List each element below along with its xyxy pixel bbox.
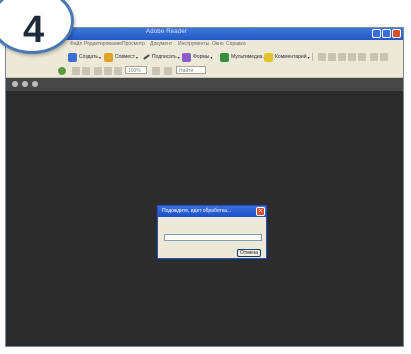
window-close-button[interactable] [392, 29, 401, 38]
dialog-title-bar: Подождите, идет обработка... × [158, 206, 266, 217]
comment-icon [264, 52, 273, 62]
zoom-out-icon[interactable] [94, 67, 102, 75]
menu-file[interactable]: Файл [70, 41, 82, 47]
forms-tool[interactable]: Формы ▾ [182, 52, 212, 62]
attach-tool-icon[interactable] [380, 53, 388, 61]
menu-edit[interactable]: Редактирование [84, 41, 122, 47]
create-icon [68, 52, 77, 62]
dialog-close-button[interactable]: × [256, 207, 265, 216]
email-tool-icon[interactable] [358, 53, 366, 61]
save-tool-icon[interactable] [348, 53, 356, 61]
navigation-toolbar: 100% Найти [6, 64, 403, 78]
find-input[interactable]: Найти [176, 66, 206, 74]
application-window: Adobe Reader Файл Редактирование Просмот… [5, 27, 404, 347]
menu-window[interactable]: Окно [212, 41, 224, 47]
collaborate-icon [104, 52, 113, 62]
menu-tools[interactable]: Инструменты [178, 41, 209, 47]
rotate-icon[interactable] [152, 67, 160, 75]
task-toolbar: Создать ▾ Совмест ▾ Подписать ▾ Формы ▾ Муль… [6, 50, 403, 65]
zoom-in-icon[interactable] [104, 67, 112, 75]
sign-icon [143, 54, 150, 60]
next-page-icon[interactable] [82, 67, 90, 75]
snapshot-tool-icon[interactable] [328, 53, 336, 61]
menu-help[interactable]: Справка [226, 41, 246, 47]
search-tool-icon[interactable] [370, 53, 378, 61]
select-tool-icon[interactable] [318, 53, 326, 61]
processing-dialog: Подождите, идет обработка... × Отмена [157, 205, 267, 259]
attachments-icon[interactable] [32, 81, 38, 87]
multimedia-tool[interactable]: Мультимедиа▾ [220, 52, 265, 62]
toolbar-separator [312, 53, 313, 61]
hand-tool-icon[interactable] [164, 67, 172, 75]
fit-page-icon[interactable] [114, 67, 122, 75]
print-tool-icon[interactable] [338, 53, 346, 61]
progress-bar [164, 234, 262, 241]
collaborate-tool[interactable]: Совмест ▾ [104, 52, 138, 62]
sign-tool[interactable]: Подписать ▾ [143, 52, 180, 62]
create-tool[interactable]: Создать ▾ [68, 52, 101, 62]
open-icon[interactable] [58, 67, 66, 75]
cancel-button[interactable]: Отмена [237, 249, 261, 257]
menu-view[interactable]: Просмотр [122, 41, 145, 47]
dialog-title: Подождите, идет обработка... [162, 208, 232, 214]
pages-icon[interactable] [12, 81, 18, 87]
multimedia-icon [220, 52, 229, 62]
navigation-pane-bar [6, 78, 403, 91]
prev-page-icon[interactable] [72, 67, 80, 75]
bookmarks-icon[interactable] [22, 81, 28, 87]
step-number: 4 [23, 9, 45, 51]
forms-icon [182, 52, 191, 62]
comment-tool[interactable]: Комментарий ▾ [264, 52, 310, 62]
window-title: Adobe Reader [146, 29, 188, 35]
minimize-button[interactable] [372, 29, 381, 38]
menu-document[interactable]: Документ [150, 41, 172, 47]
zoom-select[interactable]: 100% [125, 66, 147, 74]
maximize-button[interactable] [382, 29, 391, 38]
